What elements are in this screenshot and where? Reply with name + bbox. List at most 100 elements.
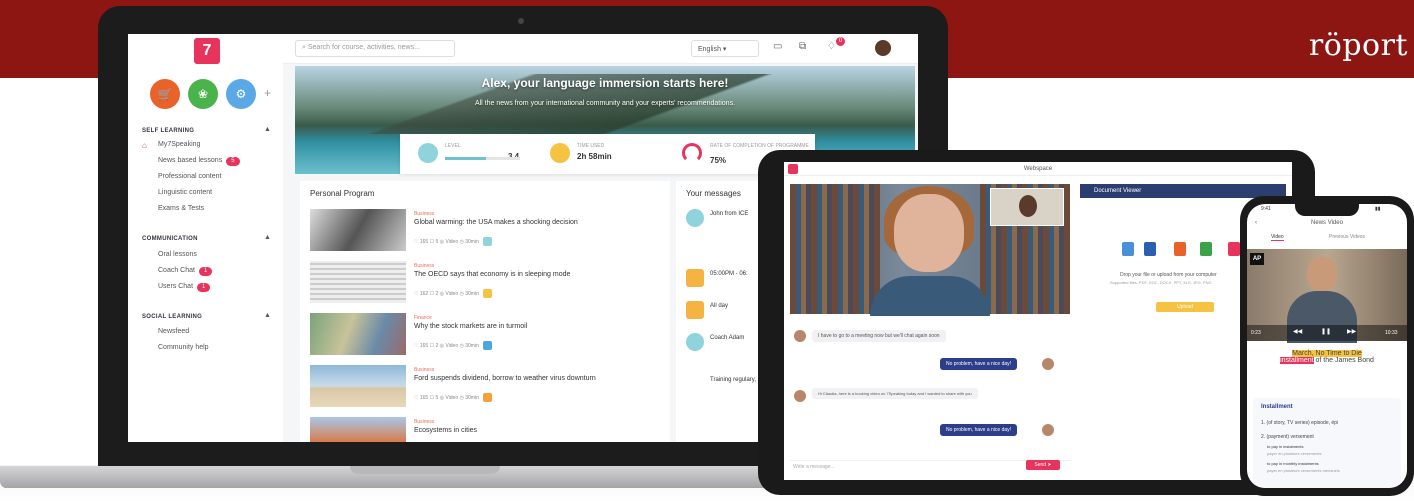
translate-icon[interactable]: ⧉: [799, 41, 806, 52]
search-input[interactable]: ⌕ Search for course, activities, news...: [295, 40, 455, 57]
course-circle-shop-icon[interactable]: 🛒: [150, 79, 180, 109]
message-sender[interactable]: Coach Adam: [710, 335, 744, 341]
list-item[interactable]: Business Ecosystems in cities: [310, 417, 660, 442]
list-item[interactable]: Business Global warming: the USA makes a…: [310, 209, 660, 257]
tab-previous-videos[interactable]: Previous Videos: [1329, 234, 1365, 240]
add-course-icon[interactable]: +: [264, 86, 271, 100]
tab-video[interactable]: Video: [1271, 234, 1284, 241]
card-meta: ♡ 165 ☐ 5 ◎ Video ◷ 30min: [414, 393, 492, 402]
sidebar-item-oral-lessons[interactable]: Oral lessons: [158, 251, 197, 258]
level-progress-bar: [445, 157, 520, 160]
sidebar-item-exams[interactable]: Exams & Tests: [158, 205, 204, 212]
app-logo[interactable]: [788, 164, 798, 174]
pause-icon[interactable]: ❚❚: [1321, 328, 1331, 335]
definition-word: Installment: [1261, 404, 1293, 410]
list-item[interactable]: Finance Why the stock markets are in tur…: [310, 313, 660, 361]
example-line: to pay in instalments: [1267, 444, 1304, 449]
video-call[interactable]: [790, 184, 1070, 316]
picture-in-picture[interactable]: [990, 188, 1064, 226]
card-tag-icon: [482, 237, 492, 246]
video-player[interactable]: AP 0:23 ◀◀ ❚❚ ▶▶ 10:33: [1247, 249, 1407, 343]
tablet-frame: Webspace I have to go to a meeting now b…: [758, 150, 1315, 495]
app-logo[interactable]: 7: [194, 38, 220, 64]
home-icon: ⌂: [142, 141, 147, 150]
handshake-image: [310, 209, 406, 251]
sidebar-item-my7speaking[interactable]: My7Speaking: [158, 141, 200, 148]
notification-badge: 0: [836, 37, 845, 46]
back-icon[interactable]: ‹: [1255, 220, 1257, 226]
program-title: Personal Program: [310, 189, 375, 198]
message-sender[interactable]: John from ICE: [710, 211, 748, 217]
avatar: [794, 330, 806, 342]
language-select[interactable]: English ▾: [691, 40, 759, 57]
chevron-up-icon[interactable]: ▲: [264, 312, 271, 319]
example-translation: payer en plusieurs versements: [1267, 451, 1322, 456]
list-item[interactable]: Business Ford suspends dividend, borrow …: [310, 365, 660, 413]
coach-chat-badge: 1: [198, 267, 213, 276]
sidebar-item-professional[interactable]: Professional content: [158, 173, 221, 180]
card-title: Ford suspends dividend, borrow to weathe…: [414, 375, 596, 382]
screen-icon[interactable]: ▭: [773, 41, 782, 52]
sidebar-item-community-help[interactable]: Community help: [158, 344, 209, 351]
drop-text: Drop your file or upload from your compu…: [1120, 272, 1217, 278]
send-button[interactable]: Send ➤: [1026, 460, 1060, 470]
avatar[interactable]: [875, 40, 891, 56]
avatar: [1042, 358, 1054, 370]
gauge-icon: [682, 143, 702, 163]
sidebar: 7 🛒 ❀ ⚙ + SELF LEARNING ▲ ⌂ My7Speaking …: [128, 34, 283, 442]
person-face: [1307, 257, 1337, 291]
clock-icon: [550, 143, 570, 163]
sidebar-item-coach-chat[interactable]: Coach Chat 1: [158, 267, 213, 276]
level-label: LEVEL: [445, 143, 461, 149]
section-communication: COMMUNICATION: [142, 236, 198, 242]
calendar-icon: [686, 269, 704, 287]
hero-subtitle: All the news from your international com…: [474, 100, 736, 107]
messages-title: Your messages: [686, 189, 741, 198]
avatar: [1042, 424, 1054, 436]
card-category: Finance: [414, 315, 432, 321]
brand-logo: röport: [1308, 28, 1408, 63]
course-circle-tech-icon[interactable]: ⚙: [226, 79, 256, 109]
message-time[interactable]: All day: [710, 303, 728, 309]
card-title: Ecosystems in cities: [414, 427, 478, 434]
sidebar-item-linguistic[interactable]: Linguistic content: [158, 189, 212, 196]
drop-subtext: Supported files: PDF, DOC, DOCX, PPT, XL…: [1110, 280, 1212, 285]
phone-frame: 9:41 ▮▮ ‹ News Video Video Previous Video…: [1240, 196, 1414, 496]
calendar-icon: [686, 301, 704, 319]
avatar: [686, 209, 704, 227]
chevron-up-icon[interactable]: ▲: [264, 234, 271, 241]
card-category: Business: [414, 211, 435, 217]
sidebar-item-newsfeed[interactable]: Newsfeed: [158, 328, 189, 335]
sidebar-item-users-chat[interactable]: Users Chat 1: [158, 283, 211, 292]
sidebar-item-news-lessons[interactable]: News based lessons 5: [158, 157, 240, 166]
word-icon: [1144, 242, 1156, 256]
users-chat-badge: 1: [197, 283, 211, 292]
card-tag-icon: [482, 289, 492, 298]
avatar: [794, 390, 806, 402]
card-title: The OECD says that economy is in sleepin…: [414, 271, 571, 278]
chat-thread: I have to go to a meeting now but we'll …: [790, 322, 1070, 472]
newspaper-image: [310, 261, 406, 303]
time-label: TIME USED: [577, 143, 605, 149]
camera-icon: [518, 18, 524, 24]
chat-message: Hi Claudia, here is a booking video on 7…: [812, 388, 978, 399]
definition-line: 1. (of story, TV series) episode, épi: [1261, 420, 1339, 426]
chevron-up-icon[interactable]: ▲: [264, 126, 271, 133]
forward-icon[interactable]: ▶▶: [1347, 328, 1356, 335]
battery-icon: ▮▮: [1375, 206, 1381, 212]
section-social-learning: SOCIAL LEARNING: [142, 314, 203, 320]
bell-icon[interactable]: ♢: [827, 41, 836, 52]
card-tag-icon: [482, 393, 492, 402]
message-time[interactable]: 05:00PM - 06:: [710, 271, 748, 277]
status-time: 9:41: [1261, 206, 1271, 212]
rewind-icon[interactable]: ◀◀: [1293, 328, 1302, 335]
bookshelf-image: [790, 184, 880, 314]
example-line: to pay in monthly instalments: [1267, 461, 1319, 466]
card-meta: ♡ 162 ☐ 2 ◎ Video ◷ 30min: [414, 289, 492, 298]
powerpoint-icon: [1174, 242, 1186, 256]
course-circle-nature-icon[interactable]: ❀: [188, 79, 218, 109]
time-total: 10:33: [1385, 330, 1398, 336]
upload-button[interactable]: Upload: [1156, 302, 1214, 312]
completion-label: RATE OF COMPLETION OF PROGRAMME: [710, 143, 809, 149]
list-item[interactable]: Business The OECD says that economy is i…: [310, 261, 660, 309]
